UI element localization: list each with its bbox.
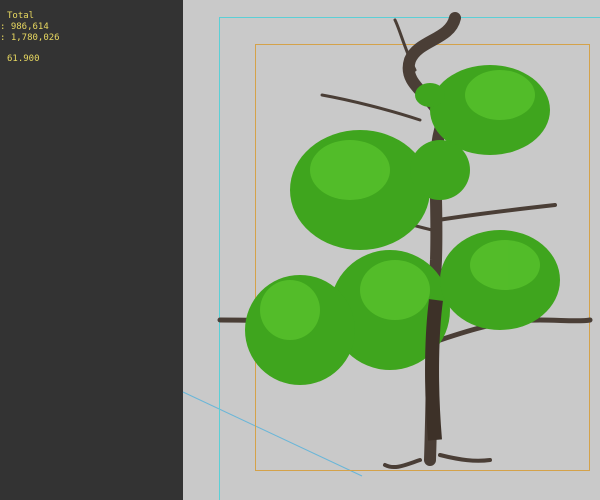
viewport-scene xyxy=(182,12,600,500)
tree-model[interactable] xyxy=(217,12,593,470)
grid-line xyxy=(182,391,363,477)
